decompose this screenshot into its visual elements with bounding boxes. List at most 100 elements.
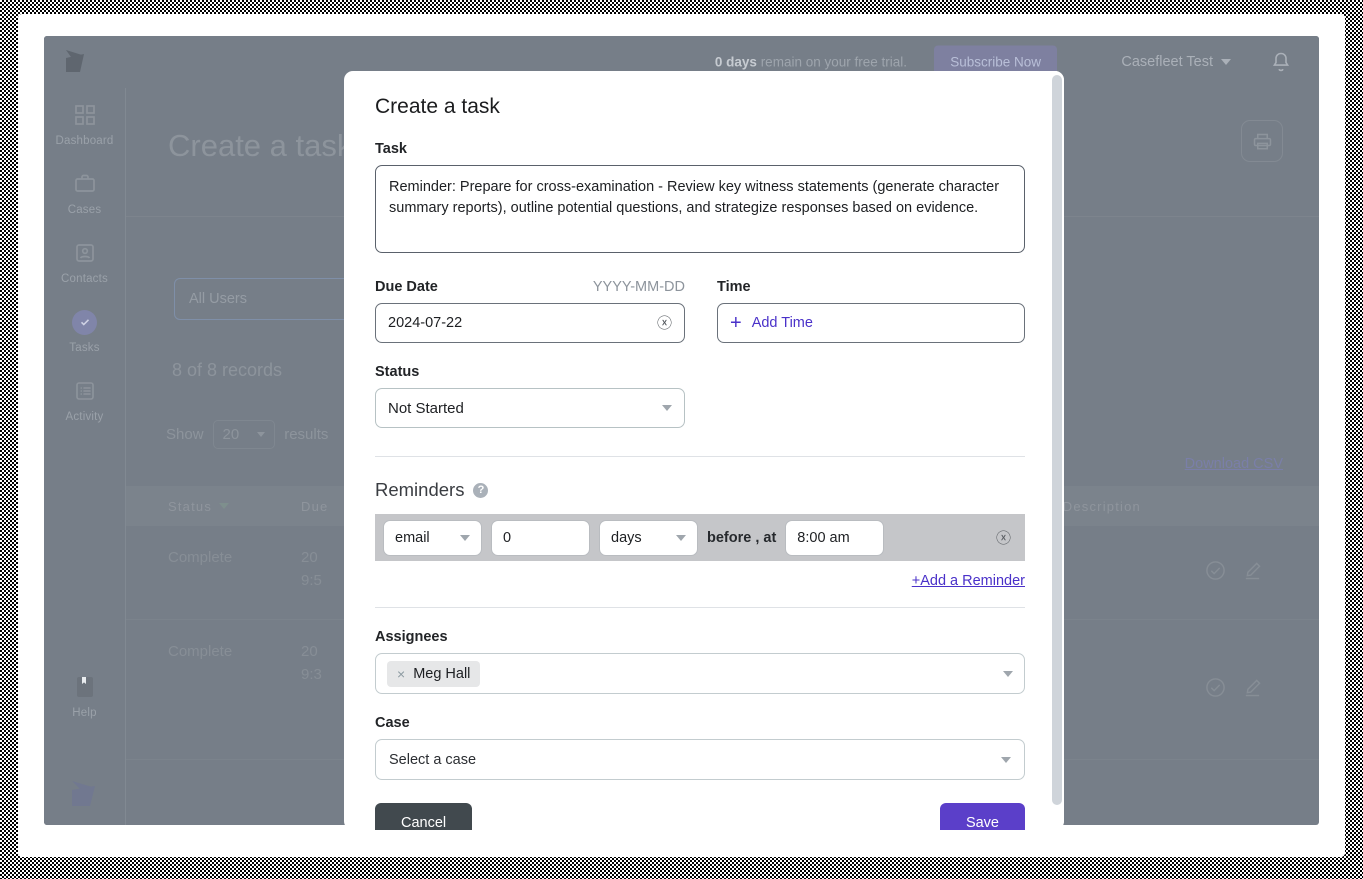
sidebar-item-contacts[interactable]: Contacts (44, 226, 125, 295)
add-reminder-link[interactable]: +Add a Reminder (375, 573, 1025, 589)
trial-days: 0 days (715, 55, 757, 70)
reminder-amount-input[interactable]: 0 (491, 520, 590, 556)
row-actions (1205, 546, 1319, 599)
case-label: Case (375, 715, 1034, 731)
chevron-down-icon (1001, 757, 1011, 763)
account-menu[interactable]: Casefleet Test (1121, 54, 1231, 70)
trial-remainder: remain on your free trial. (757, 55, 907, 70)
sidebar-item-help[interactable]: Help (44, 660, 125, 729)
user-filter-value: All Users (189, 291, 247, 307)
sidebar-item-activity[interactable]: Activity (44, 364, 125, 433)
cell-status: Complete (126, 780, 301, 825)
create-task-modal: Create a task Task Due Date YYYY-MM-DD 2… (344, 71, 1064, 830)
row-actions (1205, 640, 1319, 739)
add-time-label: Add Time (752, 315, 813, 331)
reminders-title: Reminders (375, 479, 464, 501)
plus-icon: + (730, 313, 742, 333)
section-divider (375, 456, 1025, 457)
reminder-time-input[interactable]: 8:00 am (785, 520, 884, 556)
edit-task-icon[interactable] (1242, 677, 1263, 703)
status-select[interactable]: Not Started (375, 388, 685, 428)
trial-banner: 0 days remain on your free trial. (715, 55, 907, 70)
reminder-before-text: before , at (707, 530, 776, 546)
modal-footer: Cancel Save (375, 803, 1025, 830)
row-actions (1205, 780, 1319, 825)
task-input[interactable] (375, 165, 1025, 253)
screenshot-frame: 0 days remain on your free trial. Subscr… (0, 0, 1363, 879)
time-field: Time + Add Time (717, 279, 1025, 343)
add-time-button[interactable]: + Add Time (717, 303, 1025, 343)
chevron-down-icon (257, 432, 265, 437)
due-date-time-row: Due Date YYYY-MM-DD 2024-07-22 ⓧ Time (375, 279, 1034, 343)
clear-due-date-icon[interactable]: ⓧ (657, 316, 672, 331)
remove-reminder-icon[interactable]: ⓧ (996, 527, 1017, 548)
sidebar-label-activity: Activity (44, 411, 125, 423)
cell-status: Complete (126, 546, 301, 599)
account-name: Casefleet Test (1121, 54, 1213, 70)
page-size-value: 20 (223, 426, 240, 443)
print-button[interactable] (1241, 120, 1283, 162)
table-header-description[interactable]: Description (1063, 499, 1319, 514)
due-date-label: Due Date (375, 279, 438, 295)
help-question-icon[interactable]: ? (473, 483, 488, 498)
due-date-hint: YYYY-MM-DD (593, 279, 685, 295)
cancel-button[interactable]: Cancel (375, 803, 472, 830)
remove-assignee-icon[interactable]: × (397, 666, 405, 682)
status-field: Status Not Started (375, 364, 685, 428)
sidebar-item-tasks[interactable]: Tasks (44, 295, 125, 364)
chevron-down-icon (1221, 59, 1231, 65)
time-label: Time (717, 279, 1025, 295)
briefcase-icon (44, 171, 125, 197)
bookmark-icon (44, 674, 125, 700)
task-label: Task (375, 141, 1034, 157)
complete-task-icon[interactable] (1205, 677, 1226, 703)
sidebar-label-help: Help (44, 707, 125, 719)
due-date-value: 2024-07-22 (388, 315, 462, 331)
status-label: Status (375, 364, 685, 380)
status-value: Not Started (388, 400, 464, 417)
download-csv-link[interactable]: Download CSV (1185, 456, 1283, 472)
section-divider (375, 607, 1025, 608)
edit-task-icon[interactable] (1242, 560, 1263, 586)
page-size-select[interactable]: 20 (213, 420, 276, 449)
assignee-chip: × Meg Hall (387, 661, 480, 687)
sort-desc-icon (219, 503, 229, 509)
modal-title: Create a task (375, 95, 1034, 119)
cell-status: Complete (126, 640, 301, 739)
show-label: Show (166, 426, 204, 443)
screenshot-inner: 0 days remain on your free trial. Subscr… (18, 14, 1345, 857)
reminders-header: Reminders ? (375, 479, 1034, 501)
due-date-field: Due Date YYYY-MM-DD 2024-07-22 ⓧ (375, 279, 685, 343)
sidebar-nav: Dashboard Cases (44, 88, 126, 825)
results-label: results (284, 426, 328, 443)
show-results-control: Show 20 results (166, 420, 328, 449)
check-circle-icon (44, 309, 125, 335)
case-select[interactable]: Select a case (375, 739, 1025, 780)
assignees-label: Assignees (375, 629, 1034, 645)
sidebar-label-dashboard: Dashboard (44, 135, 125, 147)
case-placeholder: Select a case (389, 752, 476, 768)
page-title: Create a task (168, 128, 352, 164)
complete-task-icon[interactable] (1205, 560, 1226, 586)
casefleet-footer-logo-icon (70, 777, 106, 811)
chevron-down-icon (460, 535, 470, 541)
modal-scrollbar-track[interactable] (1051, 71, 1064, 830)
sidebar-item-dashboard[interactable]: Dashboard (44, 88, 125, 157)
chevron-down-icon (676, 535, 686, 541)
reminder-amount-value: 0 (503, 530, 511, 546)
list-icon (44, 378, 125, 404)
reminder-row: email 0 days before , at 8:00 am (375, 514, 1025, 561)
due-date-input[interactable]: 2024-07-22 ⓧ (375, 303, 685, 343)
case-field: Case Select a case (375, 715, 1034, 780)
reminder-channel-select[interactable]: email (383, 520, 482, 556)
casefleet-logo-icon[interactable] (62, 46, 96, 78)
table-header-status[interactable]: Status (126, 499, 301, 514)
assignees-select[interactable]: × Meg Hall (375, 653, 1025, 694)
save-button[interactable]: Save (940, 803, 1025, 830)
notifications-bell-icon[interactable] (1271, 51, 1291, 73)
reminder-channel-value: email (395, 530, 430, 546)
modal-scroll-area: Create a task Task Due Date YYYY-MM-DD 2… (344, 71, 1064, 830)
modal-scrollbar-thumb[interactable] (1052, 75, 1062, 805)
sidebar-item-cases[interactable]: Cases (44, 157, 125, 226)
reminder-unit-select[interactable]: days (599, 520, 698, 556)
